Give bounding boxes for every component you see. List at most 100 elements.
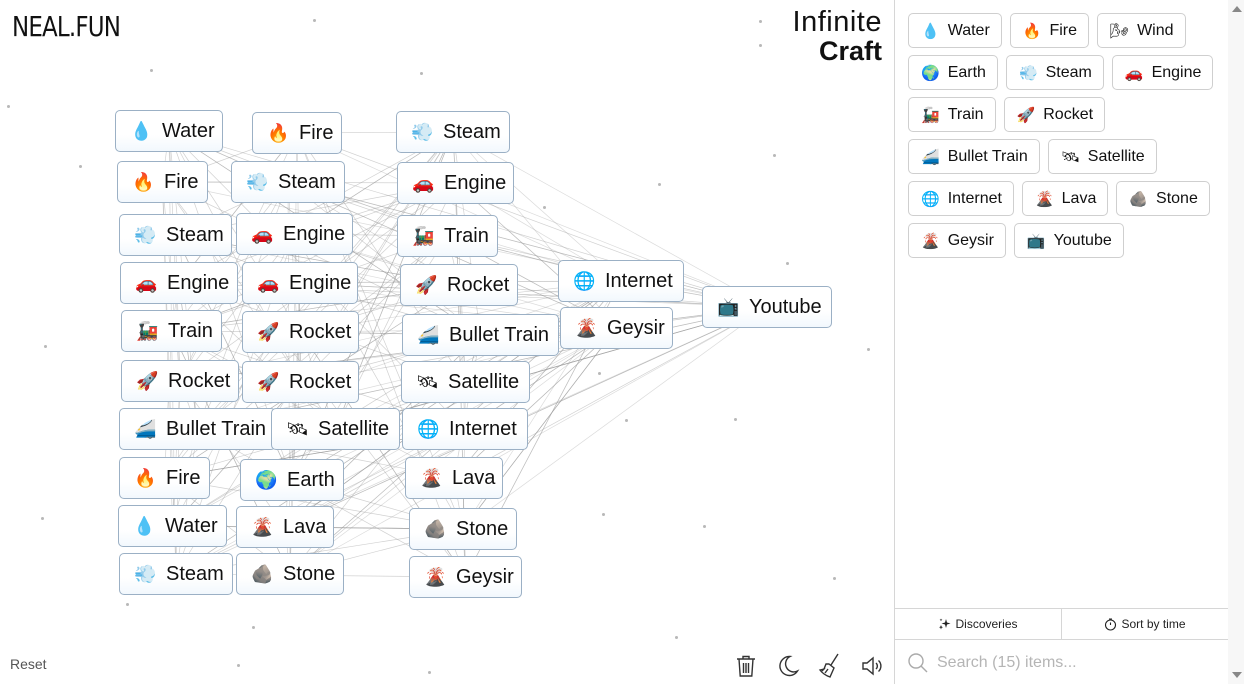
canvas-node-bullet-train[interactable]: 🚄 Bullet Train: [402, 314, 559, 356]
scroll-down-arrow-icon[interactable]: [1232, 672, 1242, 678]
search-bar: [895, 641, 1228, 684]
sidebar-item-bullet-train[interactable]: 🚄 Bullet Train: [908, 139, 1040, 174]
sort-by-time-button[interactable]: Sort by time: [1061, 609, 1228, 639]
canvas-node-geysir[interactable]: 🌋 Geysir: [409, 556, 522, 598]
connection-line: [462, 381, 466, 530]
canvas-node-water[interactable]: 💧 Water: [115, 110, 223, 152]
steam-icon: 💨: [1018, 64, 1038, 82]
canvas-node-fire[interactable]: 🔥 Fire: [252, 112, 342, 154]
item-label: Stone: [1156, 189, 1198, 207]
scroll-up-arrow-icon[interactable]: [1232, 6, 1242, 12]
item-label: Bullet Train: [947, 147, 1028, 165]
water-drop-icon: 💧: [921, 22, 940, 40]
tv-icon: 📺: [717, 296, 740, 317]
node-label: Satellite: [318, 417, 390, 440]
brand-line-craft: Craft: [818, 36, 882, 66]
clean-up-button[interactable]: [818, 653, 842, 678]
background-dot: [867, 348, 870, 351]
background-dot: [543, 206, 546, 209]
canvas-node-train[interactable]: 🚂 Train: [121, 310, 222, 352]
node-label: Steam: [278, 170, 336, 193]
sidebar-item-youtube[interactable]: 📺 Youtube: [1013, 223, 1124, 258]
background-dot: [833, 577, 836, 580]
globe-icon: 🌐: [573, 270, 596, 291]
node-label: Fire: [166, 466, 201, 489]
sort-label: Sort by time: [1121, 617, 1186, 631]
canvas-node-fire[interactable]: 🔥 Fire: [119, 457, 210, 499]
neal-fun-logo[interactable]: NEAL.FUN: [12, 10, 121, 43]
fire-icon: 🔥: [267, 122, 290, 143]
canvas-node-stone[interactable]: 🪨 Stone: [409, 508, 517, 550]
canvas-node-rocket[interactable]: 🚀 Rocket: [242, 311, 359, 353]
earth-icon: 🌍: [255, 469, 278, 490]
background-dot: [658, 183, 661, 186]
canvas-node-steam[interactable]: 💨 Steam: [396, 111, 510, 153]
canvas-node-rocket[interactable]: 🚀 Rocket: [400, 264, 518, 306]
connection-line: [178, 131, 454, 284]
canvas-node-youtube[interactable]: 📺 Youtube: [702, 286, 832, 328]
moon-icon: [779, 655, 800, 677]
car-icon: 🚗: [257, 272, 280, 293]
search-input[interactable]: [937, 653, 1217, 672]
canvas-node-steam[interactable]: 💨 Steam: [119, 553, 233, 595]
sidebar-item-satellite[interactable]: 🛰 Satellite: [1047, 139, 1157, 174]
canvas-node-internet[interactable]: 🌐 Internet: [402, 408, 528, 450]
node-label: Train: [444, 224, 489, 247]
wind-icon: 🌬: [1110, 22, 1130, 40]
sidebar-item-rocket[interactable]: 🚀 Rocket: [1003, 97, 1106, 132]
background-dot: [252, 626, 255, 629]
sidebar-item-earth[interactable]: 🌍 Earth: [908, 55, 998, 90]
sidebar-item-train[interactable]: 🚂 Train: [908, 97, 996, 132]
volcano-icon: 🌋: [420, 467, 443, 488]
volcano-icon: 🌋: [424, 566, 447, 587]
discoveries-button[interactable]: Discoveries: [895, 609, 1061, 639]
node-label: Engine: [444, 171, 507, 194]
node-label: Rocket: [447, 273, 510, 296]
locomotive-icon: 🚂: [136, 320, 159, 341]
canvas-node-stone[interactable]: 🪨 Stone: [236, 553, 344, 595]
sidebar-scrollbar[interactable]: [1228, 0, 1244, 684]
canvas-node-rocket[interactable]: 🚀 Rocket: [242, 361, 359, 403]
sidebar-item-engine[interactable]: 🚗 Engine: [1111, 55, 1214, 90]
background-dot: [773, 154, 776, 157]
connection-line: [171, 182, 456, 332]
canvas-node-earth[interactable]: 🌍 Earth: [240, 459, 344, 501]
canvas-node-lava[interactable]: 🌋 Lava: [405, 457, 503, 499]
canvas-node-engine[interactable]: 🚗 Engine: [236, 213, 353, 255]
canvas-node-lava[interactable]: 🌋 Lava: [236, 506, 334, 548]
sidebar-item-stone[interactable]: 🪨 Stone: [1116, 181, 1210, 216]
dark-mode-button[interactable]: [776, 654, 800, 678]
item-label: Earth: [947, 63, 986, 81]
satellite-icon: 🛰: [286, 418, 309, 439]
canvas-node-geysir[interactable]: 🌋 Geysir: [560, 307, 673, 349]
trash-icon: [737, 655, 755, 677]
rocket-icon: 🚀: [415, 274, 438, 295]
canvas-node-steam[interactable]: 💨 Steam: [119, 214, 232, 256]
trash-button[interactable]: [734, 654, 758, 678]
sidebar-item-wind[interactable]: 🌬 Wind: [1097, 13, 1186, 48]
sidebar-item-water[interactable]: 💧 Water: [908, 13, 1002, 48]
sidebar-item-fire[interactable]: 🔥 Fire: [1009, 13, 1090, 48]
canvas-node-rocket[interactable]: 🚀 Rocket: [121, 360, 239, 402]
canvas-node-satellite[interactable]: 🛰 Satellite: [271, 408, 400, 450]
sidebar-item-internet[interactable]: 🌐 Internet: [908, 181, 1014, 216]
crafting-canvas[interactable]: NEAL.FUN Infinite Craft 💧 Water 🔥 Fire 💨 Stea…: [0, 0, 894, 684]
canvas-node-engine[interactable]: 🚗 Engine: [242, 262, 358, 304]
satellite-icon: 🛰: [1060, 148, 1080, 166]
canvas-node-engine[interactable]: 🚗 Engine: [120, 262, 238, 304]
canvas-node-internet[interactable]: 🌐 Internet: [558, 260, 684, 302]
canvas-node-engine[interactable]: 🚗 Engine: [397, 162, 514, 204]
canvas-node-steam[interactable]: 💨 Steam: [231, 161, 345, 203]
canvas-node-satellite[interactable]: 🛰 Satellite: [401, 361, 530, 403]
canvas-node-fire[interactable]: 🔥 Fire: [117, 161, 208, 203]
sidebar-item-steam[interactable]: 💨 Steam: [1005, 55, 1104, 90]
reset-button[interactable]: Reset: [10, 656, 47, 672]
locomotive-icon: 🚂: [921, 106, 940, 124]
sidebar-item-lava[interactable]: 🌋 Lava: [1021, 181, 1109, 216]
sidebar-bottom-bar: Discoveries Sort by time: [895, 608, 1228, 640]
canvas-node-bullet-train[interactable]: 🚄 Bullet Train: [119, 408, 276, 450]
sound-button[interactable]: [860, 654, 884, 678]
canvas-node-water[interactable]: 💧 Water: [118, 505, 227, 547]
canvas-node-train[interactable]: 🚂 Train: [397, 215, 498, 257]
sidebar-item-geysir[interactable]: 🌋 Geysir: [908, 223, 1006, 258]
